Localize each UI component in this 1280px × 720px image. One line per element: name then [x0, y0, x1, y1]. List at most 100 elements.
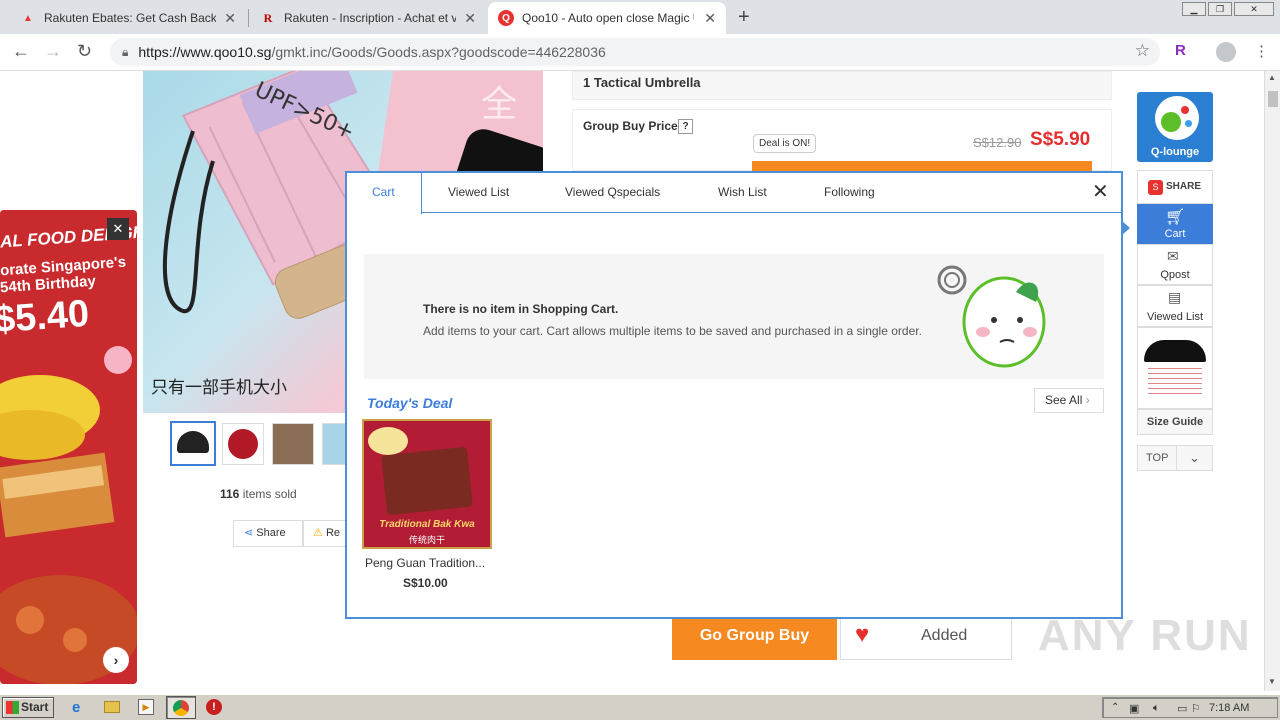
tab-qoo10[interactable]: Q Qoo10 - Auto open close Magic Umbr ✕	[488, 2, 726, 34]
start-button[interactable]: Start	[2, 697, 54, 718]
mail-icon: ✉	[1167, 248, 1179, 264]
close-tab-icon[interactable]: ✕	[464, 10, 476, 27]
product-title-box: 1 Tactical Umbrella	[572, 71, 1112, 100]
sidebar-share-label: SHARE	[1166, 181, 1202, 192]
document-icon: ▤	[1168, 289, 1182, 305]
wishlist-button[interactable]: ♥ Added	[840, 612, 1012, 660]
page-scrollbar[interactable]: ▲ ▼	[1264, 71, 1280, 691]
tab-cart[interactable]: Cart	[372, 185, 395, 199]
deal-item-price: S$10.00	[403, 576, 448, 590]
thumbnail-2[interactable]	[222, 423, 264, 465]
sidebar-cart-button[interactable]: 🛒︎ Cart	[1137, 204, 1213, 244]
empty-cart-description: Add items to your cart. Cart allows mult…	[423, 324, 922, 338]
scroll-down-icon[interactable]: ▼	[1268, 677, 1276, 686]
close-window-icon[interactable]: ✕	[1234, 2, 1274, 16]
tab-title: Qoo10 - Auto open close Magic Umbr	[522, 11, 694, 25]
back-icon[interactable]: ←	[12, 41, 30, 62]
panel-tabs: Cart Viewed List Viewed Qspecials Wish L…	[347, 173, 1121, 214]
scroll-up-icon[interactable]: ▲	[1268, 73, 1276, 82]
restore-icon[interactable]: ❐	[1208, 2, 1232, 16]
food-ad-banner[interactable]: AL FOOD DELIGHTS orate Singapore's 54th …	[0, 210, 137, 684]
old-price: S$12.90	[973, 135, 1022, 150]
stop-app-icon[interactable]: !	[206, 699, 222, 715]
menu-kebab-icon[interactable]: ⋮	[1254, 42, 1269, 60]
profile-avatar-icon[interactable]	[1216, 42, 1236, 62]
tab-following[interactable]: Following	[824, 185, 875, 199]
see-all-label: See All	[1045, 393, 1083, 407]
thumbnail-1[interactable]	[170, 421, 216, 466]
start-label: Start	[21, 700, 49, 714]
folder-icon[interactable]	[104, 701, 120, 713]
close-panel-icon[interactable]: ✕	[1092, 179, 1109, 204]
close-tab-icon[interactable]: ✕	[704, 10, 716, 27]
rakuten-favicon-icon: R	[263, 10, 273, 25]
go-group-buy-button[interactable]: Go Group Buy	[672, 612, 837, 660]
system-tray: ⌃ ▣ 🔈︎ ▭ ⚐ 7:18 AM	[1102, 697, 1278, 718]
sidebar-cart-label: Cart	[1164, 228, 1186, 240]
tray-expand-icon[interactable]: ⌃	[1111, 702, 1127, 718]
rakuten-extension-icon[interactable]: R	[1175, 42, 1186, 59]
tab-wish-list[interactable]: Wish List	[718, 185, 767, 199]
report-label: Re	[325, 527, 340, 539]
heart-icon: ♥	[855, 621, 870, 648]
deal-badge: Deal is ON!	[753, 134, 817, 153]
sidebar-size-guide-button[interactable]: Size Guide	[1137, 409, 1213, 435]
top-button[interactable]: TOP ⌄	[1137, 445, 1213, 471]
qlounge-mascot-icon	[1155, 96, 1199, 140]
see-all-button[interactable]: See All ›	[1034, 388, 1104, 413]
thumbnail-3[interactable]	[272, 423, 314, 465]
report-button[interactable]: ⚠ Re	[303, 520, 347, 547]
deal-image-title: Traditional Bak Kwa	[379, 519, 475, 530]
forward-icon[interactable]: →	[44, 41, 62, 62]
image-caption: 只有一部手机大小	[151, 378, 287, 398]
scroll-thumb[interactable]	[1268, 91, 1278, 107]
group-buy-label: Group Buy Price	[583, 119, 678, 133]
deal-item-name[interactable]: Peng Guan Tradition...	[365, 556, 485, 570]
thumbnail-4[interactable]	[322, 423, 346, 465]
chrome-taskbar-button[interactable]	[166, 696, 196, 719]
tab-viewed-list[interactable]: Viewed List	[448, 185, 509, 199]
ad-close-icon[interactable]: ✕	[107, 218, 129, 240]
sidebar-viewed-thumbnail[interactable]	[1137, 327, 1213, 409]
flag-icon[interactable]: ⚐	[1191, 702, 1207, 718]
tab-viewed-qspecials[interactable]: Viewed Qspecials	[565, 185, 660, 199]
tab-title: Rakuten Ebates: Get Cash Back For	[44, 11, 216, 25]
cart-icon: 🛒︎	[1165, 209, 1186, 226]
share-icon: ⋖	[244, 527, 254, 539]
image-watermark: 全	[481, 84, 518, 125]
sidebar-share-button[interactable]: S SHARE	[1137, 170, 1213, 204]
media-player-icon[interactable]: ▶	[138, 699, 154, 715]
size-guide-label: Size Guide	[1146, 416, 1204, 428]
address-bar: ← → ↻ 🔒︎ https://www.qoo10.sg/gmkt.inc/G…	[0, 34, 1280, 71]
empty-cart-message: There is no item in Shopping Cart. Add i…	[364, 254, 1104, 379]
share-button[interactable]: ⋖ Share	[233, 520, 303, 547]
clock: 7:18 AM	[1209, 702, 1250, 714]
windows-taskbar: Start e ▶ ! ⌃ ▣ 🔈︎ ▭ ⚐ 7:18 AM	[0, 694, 1280, 720]
minimize-icon[interactable]: ▁	[1182, 2, 1206, 16]
empty-cart-title: There is no item in Shopping Cart.	[423, 302, 619, 316]
qlounge-button[interactable]: Q-lounge	[1137, 92, 1213, 162]
help-icon[interactable]: ?	[678, 119, 693, 134]
ie-icon[interactable]: e	[72, 699, 80, 716]
ad-next-icon[interactable]: ›	[103, 647, 129, 673]
close-tab-icon[interactable]: ✕	[224, 10, 236, 27]
sold-label: items sold	[242, 487, 297, 501]
url-field[interactable]: 🔒︎ https://www.qoo10.sg/gmkt.inc/Goods/G…	[110, 38, 1160, 66]
windows-logo-icon	[6, 701, 19, 714]
sidebar-qpost-button[interactable]: ✉ Qpost	[1137, 244, 1213, 285]
bookmark-star-icon[interactable]: ☆	[1135, 41, 1150, 61]
url-path: /gmkt.inc/Goods/Goods.aspx?goodscode=446…	[271, 44, 606, 60]
qoo10-favicon-icon: Q	[498, 10, 514, 26]
added-label: Added	[921, 627, 968, 644]
reload-icon[interactable]: ↻	[77, 41, 92, 62]
new-tab-icon[interactable]: +	[738, 6, 750, 29]
sidebar-viewed-list-button[interactable]: ▤ Viewed List	[1137, 285, 1213, 327]
deal-item-image[interactable]: Traditional Bak Kwa 传统肉干	[362, 419, 492, 549]
warning-icon: ⚠	[313, 527, 323, 539]
network-icon[interactable]: ▣	[1129, 702, 1145, 718]
tab-rakuten-inscription[interactable]: R Rakuten - Inscription - Achat et vent …	[250, 2, 486, 34]
product-title: 1 Tactical Umbrella	[583, 75, 701, 90]
tab-rakuten-ebates[interactable]: ▲ Rakuten Ebates: Get Cash Back For ✕	[10, 2, 246, 34]
volume-icon[interactable]: 🔈︎	[1153, 702, 1169, 718]
browser-tab-bar: ▲ Rakuten Ebates: Get Cash Back For ✕ R …	[0, 0, 1280, 34]
